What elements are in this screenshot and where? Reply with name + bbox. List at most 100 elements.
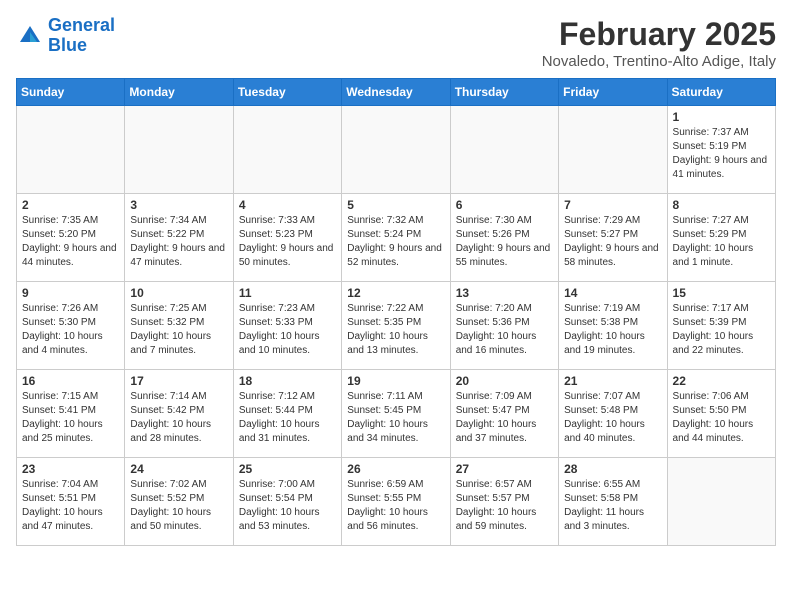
day-info: Sunrise: 7:04 AM Sunset: 5:51 PM Dayligh… — [22, 478, 119, 534]
day-number: 4 — [239, 198, 336, 212]
day-number: 18 — [239, 374, 336, 388]
day-number: 19 — [347, 374, 444, 388]
day-number: 11 — [239, 286, 336, 300]
calendar-cell: 12 Sunrise: 7:22 AM Sunset: 5:35 PM Dayli… — [342, 282, 450, 370]
calendar-cell: 26 Sunrise: 6:59 AM Sunset: 5:55 PM Dayli… — [342, 458, 450, 546]
calendar-cell: 15 Sunrise: 7:17 AM Sunset: 5:39 PM Dayli… — [667, 282, 775, 370]
day-info: Sunrise: 6:55 AM Sunset: 5:58 PM Dayligh… — [564, 478, 661, 534]
day-number: 1 — [673, 110, 770, 124]
day-info: Sunrise: 7:27 AM Sunset: 5:29 PM Dayligh… — [673, 214, 770, 270]
day-info: Sunrise: 7:15 AM Sunset: 5:41 PM Dayligh… — [22, 390, 119, 446]
day-info: Sunrise: 6:57 AM Sunset: 5:57 PM Dayligh… — [456, 478, 553, 534]
calendar-cell: 27Sunrise: 6:57 AM Sunset: 5:57 PM Dayli… — [450, 458, 558, 546]
day-number: 14 — [564, 286, 661, 300]
weekday-header-thursday: Thursday — [450, 79, 558, 106]
calendar-cell: 1 Sunrise: 7:37 AM Sunset: 5:19 PM Daylig… — [667, 106, 775, 194]
weekday-header-row: SundayMondayTuesdayWednesdayThursdayFrid… — [17, 79, 776, 106]
day-number: 28 — [564, 462, 661, 476]
calendar-cell — [342, 106, 450, 194]
day-info: Sunrise: 7:12 AM Sunset: 5:44 PM Dayligh… — [239, 390, 336, 446]
calendar-cell — [559, 106, 667, 194]
calendar-cell — [233, 106, 341, 194]
day-number: 9 — [22, 286, 119, 300]
calendar-cell: 24 Sunrise: 7:02 AM Sunset: 5:52 PM Dayli… — [125, 458, 233, 546]
calendar-cell: 11 Sunrise: 7:23 AM Sunset: 5:33 PM Dayli… — [233, 282, 341, 370]
weekday-header-saturday: Saturday — [667, 79, 775, 106]
day-info: Sunrise: 7:33 AM Sunset: 5:23 PM Dayligh… — [239, 214, 336, 270]
calendar-cell: 8 Sunrise: 7:27 AM Sunset: 5:29 PM Daylig… — [667, 194, 775, 282]
month-year: February 2025 — [542, 16, 776, 53]
calendar-cell: 13 Sunrise: 7:20 AM Sunset: 5:36 PM Dayli… — [450, 282, 558, 370]
day-number: 17 — [130, 374, 227, 388]
day-info: Sunrise: 7:09 AM Sunset: 5:47 PM Dayligh… — [456, 390, 553, 446]
calendar-week-4: 16 Sunrise: 7:15 AM Sunset: 5:41 PM Dayli… — [17, 370, 776, 458]
day-number: 7 — [564, 198, 661, 212]
day-number: 3 — [130, 198, 227, 212]
day-info: Sunrise: 6:59 AM Sunset: 5:55 PM Dayligh… — [347, 478, 444, 534]
calendar-cell — [667, 458, 775, 546]
calendar-table: SundayMondayTuesdayWednesdayThursdayFrid… — [16, 78, 776, 546]
day-info: Sunrise: 7:30 AM Sunset: 5:26 PM Dayligh… — [456, 214, 553, 270]
day-info: Sunrise: 7:32 AM Sunset: 5:24 PM Dayligh… — [347, 214, 444, 270]
day-info: Sunrise: 7:19 AM Sunset: 5:38 PM Dayligh… — [564, 302, 661, 358]
day-number: 21 — [564, 374, 661, 388]
calendar-cell: 3Sunrise: 7:34 AM Sunset: 5:22 PM Daylig… — [125, 194, 233, 282]
calendar-cell: 17Sunrise: 7:14 AM Sunset: 5:42 PM Dayli… — [125, 370, 233, 458]
day-info: Sunrise: 7:20 AM Sunset: 5:36 PM Dayligh… — [456, 302, 553, 358]
logo-text: General Blue — [48, 16, 115, 56]
calendar-cell: 28 Sunrise: 6:55 AM Sunset: 5:58 PM Dayli… — [559, 458, 667, 546]
day-info: Sunrise: 7:22 AM Sunset: 5:35 PM Dayligh… — [347, 302, 444, 358]
weekday-header-monday: Monday — [125, 79, 233, 106]
day-number: 15 — [673, 286, 770, 300]
weekday-header-wednesday: Wednesday — [342, 79, 450, 106]
day-info: Sunrise: 7:25 AM Sunset: 5:32 PM Dayligh… — [130, 302, 227, 358]
day-number: 5 — [347, 198, 444, 212]
day-info: Sunrise: 7:29 AM Sunset: 5:27 PM Dayligh… — [564, 214, 661, 270]
weekday-header-friday: Friday — [559, 79, 667, 106]
logo-line1: General — [48, 15, 115, 35]
day-info: Sunrise: 7:07 AM Sunset: 5:48 PM Dayligh… — [564, 390, 661, 446]
day-number: 22 — [673, 374, 770, 388]
title-block: February 2025 Novaledo, Trentino-Alto Ad… — [542, 16, 776, 70]
day-number: 8 — [673, 198, 770, 212]
calendar-cell: 19Sunrise: 7:11 AM Sunset: 5:45 PM Dayli… — [342, 370, 450, 458]
day-info: Sunrise: 7:17 AM Sunset: 5:39 PM Dayligh… — [673, 302, 770, 358]
calendar-cell — [125, 106, 233, 194]
calendar-cell: 7 Sunrise: 7:29 AM Sunset: 5:27 PM Daylig… — [559, 194, 667, 282]
day-number: 12 — [347, 286, 444, 300]
calendar-cell — [450, 106, 558, 194]
day-info: Sunrise: 7:06 AM Sunset: 5:50 PM Dayligh… — [673, 390, 770, 446]
day-info: Sunrise: 7:26 AM Sunset: 5:30 PM Dayligh… — [22, 302, 119, 358]
day-number: 25 — [239, 462, 336, 476]
day-number: 16 — [22, 374, 119, 388]
day-info: Sunrise: 7:00 AM Sunset: 5:54 PM Dayligh… — [239, 478, 336, 534]
day-number: 26 — [347, 462, 444, 476]
day-number: 13 — [456, 286, 553, 300]
calendar-cell: 2Sunrise: 7:35 AM Sunset: 5:20 PM Daylig… — [17, 194, 125, 282]
calendar-cell: 9 Sunrise: 7:26 AM Sunset: 5:30 PM Daylig… — [17, 282, 125, 370]
day-info: Sunrise: 7:35 AM Sunset: 5:20 PM Dayligh… — [22, 214, 119, 270]
day-number: 24 — [130, 462, 227, 476]
calendar-cell: 5 Sunrise: 7:32 AM Sunset: 5:24 PM Daylig… — [342, 194, 450, 282]
logo: General Blue — [16, 16, 115, 56]
calendar-week-2: 2Sunrise: 7:35 AM Sunset: 5:20 PM Daylig… — [17, 194, 776, 282]
calendar-cell: 16 Sunrise: 7:15 AM Sunset: 5:41 PM Dayli… — [17, 370, 125, 458]
calendar-week-1: 1 Sunrise: 7:37 AM Sunset: 5:19 PM Daylig… — [17, 106, 776, 194]
calendar-body: 1 Sunrise: 7:37 AM Sunset: 5:19 PM Daylig… — [17, 106, 776, 546]
day-number: 10 — [130, 286, 227, 300]
day-number: 23 — [22, 462, 119, 476]
logo-line2: Blue — [48, 35, 87, 55]
day-info: Sunrise: 7:23 AM Sunset: 5:33 PM Dayligh… — [239, 302, 336, 358]
calendar-week-3: 9 Sunrise: 7:26 AM Sunset: 5:30 PM Daylig… — [17, 282, 776, 370]
calendar-cell: 20 Sunrise: 7:09 AM Sunset: 5:47 PM Dayli… — [450, 370, 558, 458]
calendar-cell: 23 Sunrise: 7:04 AM Sunset: 5:51 PM Dayli… — [17, 458, 125, 546]
weekday-header-tuesday: Tuesday — [233, 79, 341, 106]
logo-icon — [16, 22, 44, 50]
calendar-cell: 22 Sunrise: 7:06 AM Sunset: 5:50 PM Dayli… — [667, 370, 775, 458]
day-number: 6 — [456, 198, 553, 212]
weekday-header-sunday: Sunday — [17, 79, 125, 106]
day-info: Sunrise: 7:37 AM Sunset: 5:19 PM Dayligh… — [673, 126, 770, 182]
day-info: Sunrise: 7:02 AM Sunset: 5:52 PM Dayligh… — [130, 478, 227, 534]
day-number: 20 — [456, 374, 553, 388]
calendar-cell: 4 Sunrise: 7:33 AM Sunset: 5:23 PM Daylig… — [233, 194, 341, 282]
